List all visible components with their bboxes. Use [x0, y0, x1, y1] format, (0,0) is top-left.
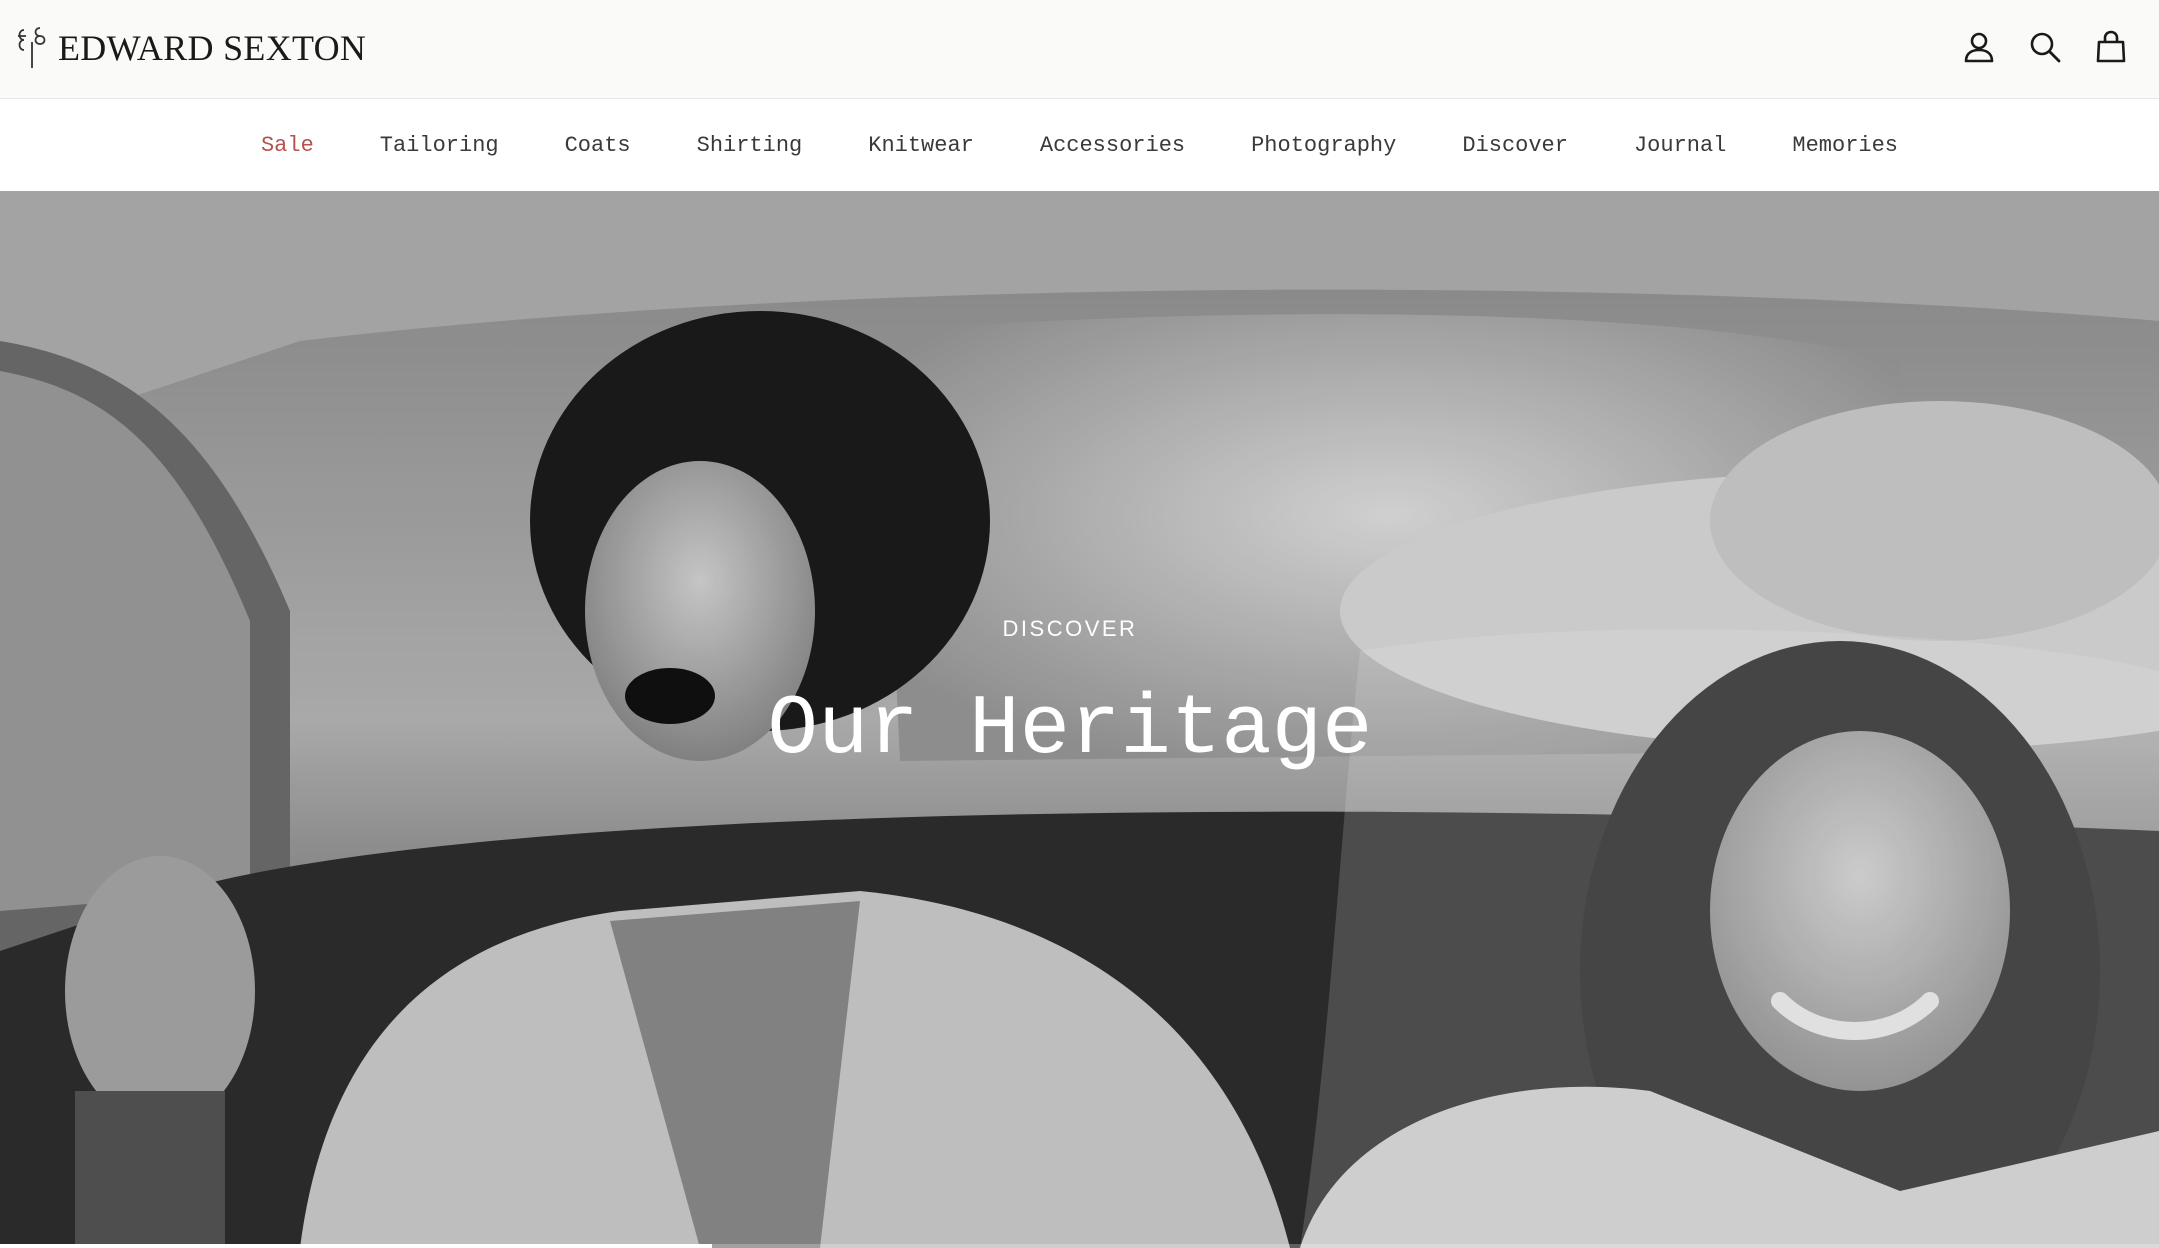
nav-item-photography[interactable]: Photography	[1218, 133, 1429, 158]
header-actions	[1961, 27, 2129, 67]
bag-icon[interactable]	[2093, 27, 2129, 67]
search-icon[interactable]	[2027, 27, 2063, 67]
hero-banner[interactable]: DISCOVER Our Heritage	[0, 191, 2159, 1248]
nav-item-sale[interactable]: Sale	[228, 133, 347, 158]
hero-title: Our Heritage	[767, 683, 1373, 778]
slide-progress-fill	[0, 1244, 713, 1248]
account-icon[interactable]	[1961, 27, 1997, 67]
brand-logo-link[interactable]: EDWARD SEXTON	[14, 22, 366, 74]
nav-item-shirting[interactable]: Shirting	[664, 133, 836, 158]
hero-eyebrow: DISCOVER	[1002, 616, 1138, 641]
nav-item-discover[interactable]: Discover	[1429, 133, 1601, 158]
nav-item-tailoring[interactable]: Tailoring	[347, 133, 532, 158]
nav-item-memories[interactable]: Memories	[1759, 133, 1931, 158]
nav-item-journal[interactable]: Journal	[1601, 133, 1759, 158]
main-navigation: Sale Tailoring Coats Shirting Knitwear A…	[0, 99, 2159, 191]
nav-item-knitwear[interactable]: Knitwear	[835, 133, 1007, 158]
brand-name: EDWARD SEXTON	[58, 28, 367, 68]
nav-item-coats[interactable]: Coats	[532, 133, 664, 158]
slide-progress-bar	[0, 1244, 2159, 1248]
nav-item-accessories[interactable]: Accessories	[1007, 133, 1218, 158]
brand-monogram-icon	[18, 27, 46, 68]
site-header: EDWARD SEXTON	[0, 0, 2159, 99]
